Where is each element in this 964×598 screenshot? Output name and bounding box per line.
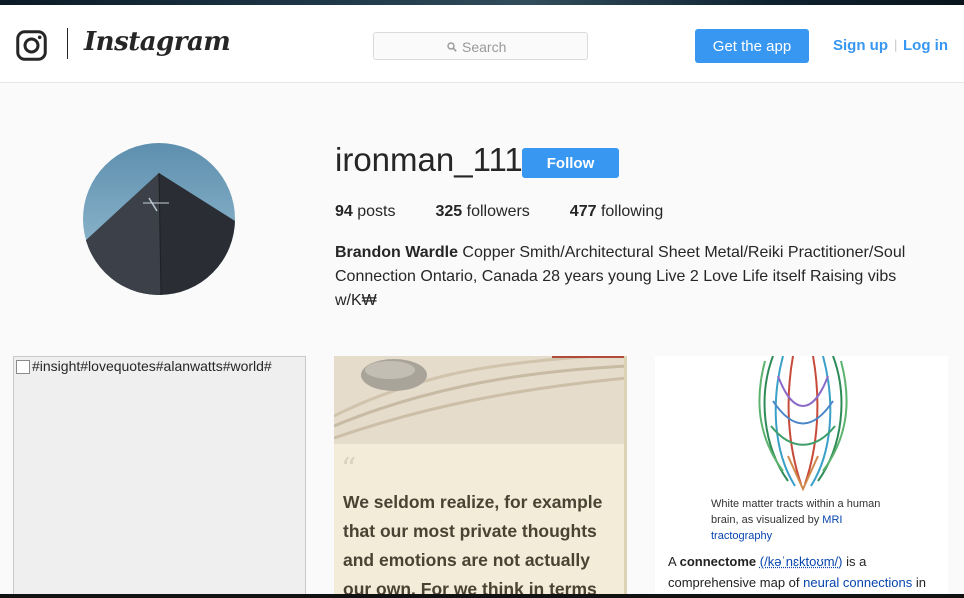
post-alt-text: #insight#lovequotes#alanwatts#world# xyxy=(32,358,272,374)
post-thumbnail-1[interactable]: #insight#lovequotes#alanwatts#world# xyxy=(13,356,306,598)
image-caption: White matter tracts within a human brain… xyxy=(711,498,881,542)
post-thumbnail-3[interactable]: White matter tracts within a human brain… xyxy=(655,356,948,598)
log-in-link[interactable]: Log in xyxy=(903,37,948,54)
profile-username: ironman_111 xyxy=(335,141,523,178)
logo-divider xyxy=(67,28,68,59)
profile-full-name: Brandon Wardle xyxy=(335,244,458,261)
wiki-excerpt: A connectome (/kəˈnɛktoʊm/) is a compreh… xyxy=(668,554,927,590)
followers-count[interactable]: 325 followers xyxy=(436,203,530,221)
search-placeholder: Search xyxy=(462,39,507,55)
window-bottom-border xyxy=(0,594,964,598)
profile-bio: Brandon Wardle Copper Smith/Architectura… xyxy=(335,241,935,313)
profile-stats: 94 posts 325 followers 477 following xyxy=(335,203,703,221)
quote-text: We seldom realize, for example that our … xyxy=(343,492,603,598)
search-icon xyxy=(447,42,457,52)
follow-button[interactable]: Follow xyxy=(522,148,619,178)
following-count[interactable]: 477 following xyxy=(570,203,663,221)
instagram-wordmark[interactable]: Instagram xyxy=(84,27,231,57)
zen-stone-image xyxy=(334,356,627,444)
search-input[interactable]: Search xyxy=(373,32,588,60)
top-navbar: Instagram Search Get the app Sign up | L… xyxy=(0,5,964,83)
post-thumbnail-2[interactable]: “ We seldom realize, for example that ou… xyxy=(334,356,627,598)
auth-separator: | xyxy=(894,37,898,52)
broken-image-icon xyxy=(16,360,30,374)
posts-count: 94 posts xyxy=(335,203,396,220)
post-border xyxy=(624,356,627,598)
instagram-glyph-icon[interactable] xyxy=(16,30,47,61)
profile-avatar[interactable] xyxy=(83,143,235,295)
quote-mark: “ xyxy=(341,452,357,487)
brain-tractography-image xyxy=(758,356,848,491)
get-the-app-button[interactable]: Get the app xyxy=(695,29,809,63)
sign-up-link[interactable]: Sign up xyxy=(833,37,888,54)
